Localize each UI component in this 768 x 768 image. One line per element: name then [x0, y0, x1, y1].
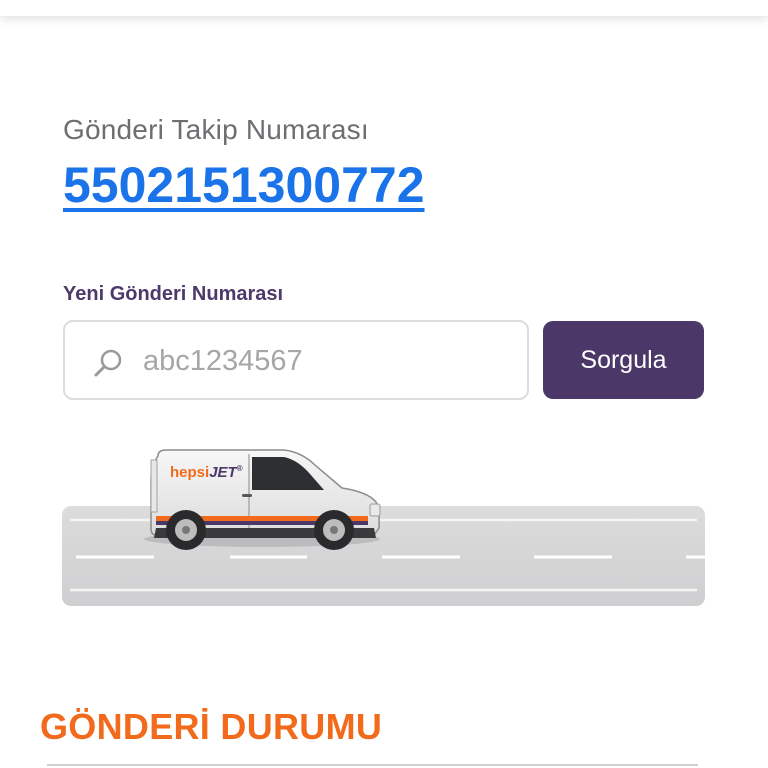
search-input[interactable] — [143, 338, 513, 384]
new-shipment-label: Yeni Gönderi Numarası — [63, 283, 284, 305]
road-illustration: hepsiJET® — [62, 449, 705, 606]
top-bar — [0, 0, 768, 17]
search-box[interactable] — [63, 320, 529, 400]
van-brand-text: hepsiJET® — [170, 464, 243, 481]
tracking-number-link[interactable]: 5502151300772 — [63, 156, 425, 214]
shipment-status-title: GÖNDERİ DURUMU — [40, 706, 383, 747]
status-divider — [47, 764, 698, 766]
tracking-label: Gönderi Takip Numarası — [63, 114, 369, 145]
search-icon — [94, 349, 122, 377]
query-button[interactable]: Sorgula — [543, 321, 704, 399]
delivery-van: hepsiJET® — [144, 449, 381, 550]
